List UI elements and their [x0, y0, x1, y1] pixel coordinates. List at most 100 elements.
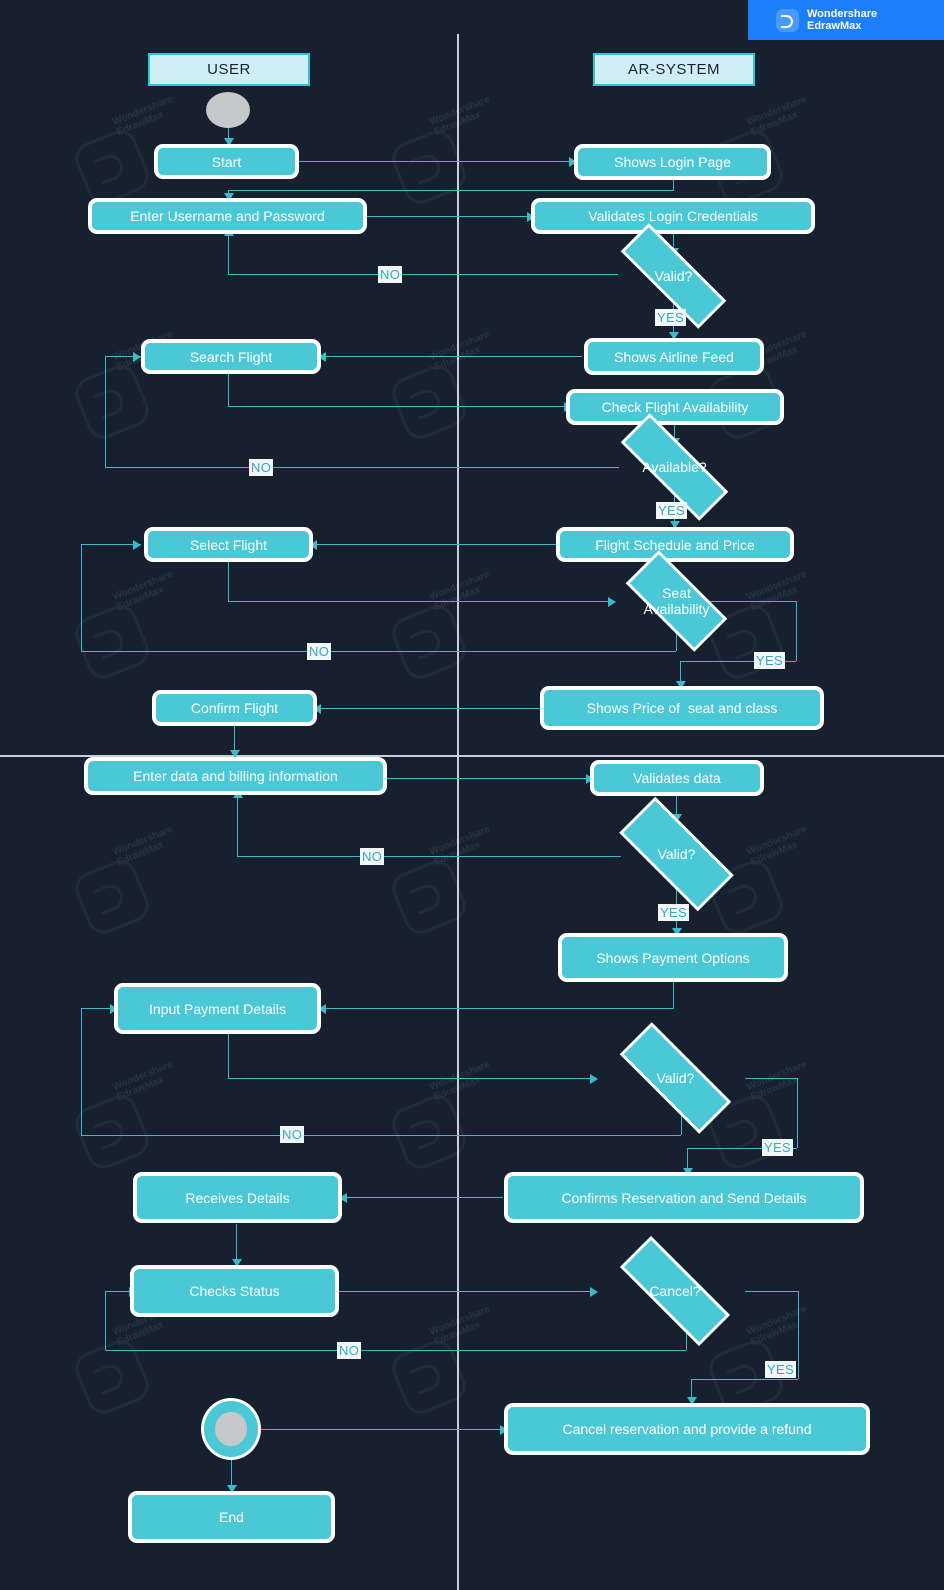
lane-title-user-label: USER: [207, 61, 251, 78]
node-select-flight-label: Select Flight: [189, 536, 268, 553]
node-checks-status[interactable]: Checks Status: [130, 1265, 339, 1317]
node-enter-username-password[interactable]: Enter Username and Password: [88, 198, 367, 234]
node-check-flight-availability-label: Check Flight Availability: [601, 399, 749, 415]
brand-text: Wondershare EdrawMax: [807, 8, 877, 32]
edge-label-seat-no: NO: [307, 643, 332, 660]
flowchart-canvas: Wondershare EdrawMax Wondershare EdrawMax Wo…: [0, 0, 944, 1590]
watermark-edrawmax: WondershareEdrawMax: [387, 568, 515, 684]
node-search-flight[interactable]: Search Flight: [141, 339, 321, 374]
node-valid-payment-label: Valid?: [656, 1070, 695, 1086]
watermark-logo-icon: [70, 1090, 154, 1174]
watermark-text: WondershareEdrawMax: [111, 823, 175, 869]
node-start-label: Start: [211, 153, 242, 170]
brand-line1: Wondershare: [807, 8, 878, 20]
node-valid-login-label: Valid?: [654, 268, 693, 284]
node-enter-data-billing[interactable]: Enter data and billing information: [84, 757, 387, 795]
node-confirms-reservation[interactable]: Confirms Reservation and Send Details: [504, 1172, 864, 1223]
watermark-logo-icon: [70, 1335, 154, 1419]
watermark-text: WondershareEdrawMax: [111, 93, 175, 139]
edge-label-cancel-no: NO: [337, 1342, 362, 1359]
watermark-text: WondershareEdrawMax: [428, 93, 492, 139]
swimlane-divider-vertical: [457, 34, 459, 1590]
node-validates-data[interactable]: Validates data: [590, 760, 764, 796]
node-search-flight-label: Search Flight: [189, 348, 273, 365]
watermark-text: WondershareEdrawMax: [745, 823, 809, 869]
edge-label-login-yes: YES: [655, 309, 686, 326]
edge-label-available-no: NO: [249, 459, 274, 476]
node-seat-availability-label: Seat Availability: [643, 585, 710, 617]
node-available-label: Available?: [642, 459, 707, 475]
watermark-logo-icon: [70, 855, 154, 939]
watermark-edrawmax: WondershareEdrawMax: [70, 1058, 198, 1174]
node-confirms-reservation-label: Confirms Reservation and Send Details: [561, 1189, 807, 1206]
node-input-payment-details[interactable]: Input Payment Details: [114, 983, 321, 1034]
watermark-text: WondershareEdrawMax: [111, 1058, 175, 1104]
node-cancel-reservation-refund-label: Cancel reservation and provide a refund: [562, 1421, 812, 1437]
watermark-logo-icon: [70, 360, 154, 444]
watermark-text: WondershareEdrawMax: [428, 823, 492, 869]
lane-title-ar-system: AR-SYSTEM: [593, 53, 755, 86]
edge-label-seat-yes: YES: [754, 652, 785, 669]
edge-label-payment-no: NO: [280, 1126, 305, 1143]
edge-label-available-yes: YES: [656, 502, 687, 519]
node-check-flight-availability[interactable]: Check Flight Availability: [566, 389, 784, 425]
node-flight-schedule-and-price[interactable]: Flight Schedule and Price: [556, 527, 794, 562]
node-input-payment-details-label: Input Payment Details: [149, 1000, 286, 1017]
node-shows-airline-feed[interactable]: Shows Airline Feed: [584, 338, 764, 375]
node-valid-data-decision[interactable]: Valid?: [598, 796, 755, 912]
node-select-flight[interactable]: Select Flight: [144, 527, 313, 562]
node-receives-details[interactable]: Receives Details: [133, 1172, 342, 1223]
node-end[interactable]: End: [128, 1491, 335, 1543]
watermark-logo-icon: [70, 125, 154, 209]
node-shows-payment-options-label: Shows Payment Options: [596, 949, 750, 966]
node-available-decision[interactable]: Available?: [596, 413, 753, 521]
node-flight-schedule-and-price-label: Flight Schedule and Price: [595, 536, 755, 553]
node-confirm-flight[interactable]: Confirm Flight: [152, 690, 317, 726]
watermark-edrawmax: WondershareEdrawMax: [387, 823, 515, 939]
watermark-text: WondershareEdrawMax: [428, 568, 492, 614]
node-start-dot[interactable]: [206, 92, 250, 128]
brand-line2: EdrawMax: [807, 20, 862, 32]
watermark-logo-icon: [70, 600, 154, 684]
edraw-logo-icon: [776, 8, 799, 32]
node-cancel-reservation-refund[interactable]: Cancel reservation and provide a refund: [504, 1403, 870, 1455]
node-shows-airline-feed-label: Shows Airline Feed: [614, 348, 734, 365]
edge-label-login-no: NO: [378, 266, 403, 283]
watermark-text: WondershareEdrawMax: [428, 328, 492, 374]
node-shows-payment-options[interactable]: Shows Payment Options: [558, 933, 788, 982]
watermark-text: WondershareEdrawMax: [745, 1303, 809, 1349]
terminator-inner: [215, 1411, 247, 1447]
watermark-text: WondershareEdrawMax: [745, 93, 809, 139]
watermark-text: WondershareEdrawMax: [428, 1303, 492, 1349]
node-seat-availability-decision[interactable]: Seat Availability: [608, 550, 745, 652]
watermark-edrawmax: WondershareEdrawMax: [70, 568, 198, 684]
node-valid-login-decision[interactable]: Valid?: [596, 223, 751, 329]
node-shows-login-page-label: Shows Login Page: [614, 154, 731, 170]
watermark-edrawmax: WondershareEdrawMax: [387, 1303, 515, 1419]
node-shows-price-seat-class-label: Shows Price of seat and class: [586, 700, 778, 716]
node-terminator[interactable]: [201, 1398, 261, 1460]
wondershare-edrawmax-badge: Wondershare EdrawMax: [748, 0, 944, 40]
watermark-text: WondershareEdrawMax: [745, 568, 809, 614]
node-receives-details-label: Receives Details: [185, 1189, 290, 1206]
node-enter-data-billing-label: Enter data and billing information: [133, 768, 338, 784]
watermark-edrawmax: WondershareEdrawMax: [70, 1304, 198, 1419]
node-valid-data-label: Valid?: [657, 846, 696, 862]
node-checks-status-label: Checks Status: [189, 1283, 280, 1299]
watermark-text: WondershareEdrawMax: [111, 568, 175, 614]
edge-label-payment-yes: YES: [762, 1139, 793, 1156]
node-shows-login-page[interactable]: Shows Login Page: [574, 144, 771, 180]
node-cancel-decision[interactable]: Cancel?: [596, 1236, 754, 1346]
node-shows-price-seat-class[interactable]: Shows Price of seat and class: [540, 686, 824, 730]
watermark-edrawmax: WondershareEdrawMax: [387, 328, 515, 444]
node-valid-payment-decision[interactable]: Valid?: [596, 1022, 755, 1134]
edge-label-data-yes: YES: [658, 904, 689, 921]
watermark-text: WondershareEdrawMax: [428, 1058, 492, 1104]
edge-label-data-no: NO: [360, 848, 385, 865]
watermark-edrawmax: WondershareEdrawMax: [387, 93, 515, 209]
node-enter-username-password-label: Enter Username and Password: [130, 208, 325, 224]
node-start[interactable]: Start: [154, 144, 299, 179]
watermark-edrawmax: WondershareEdrawMax: [387, 1058, 515, 1174]
edge-label-cancel-yes: YES: [765, 1361, 796, 1378]
node-validates-login-credentials[interactable]: Validates Login Credentials: [531, 198, 815, 234]
